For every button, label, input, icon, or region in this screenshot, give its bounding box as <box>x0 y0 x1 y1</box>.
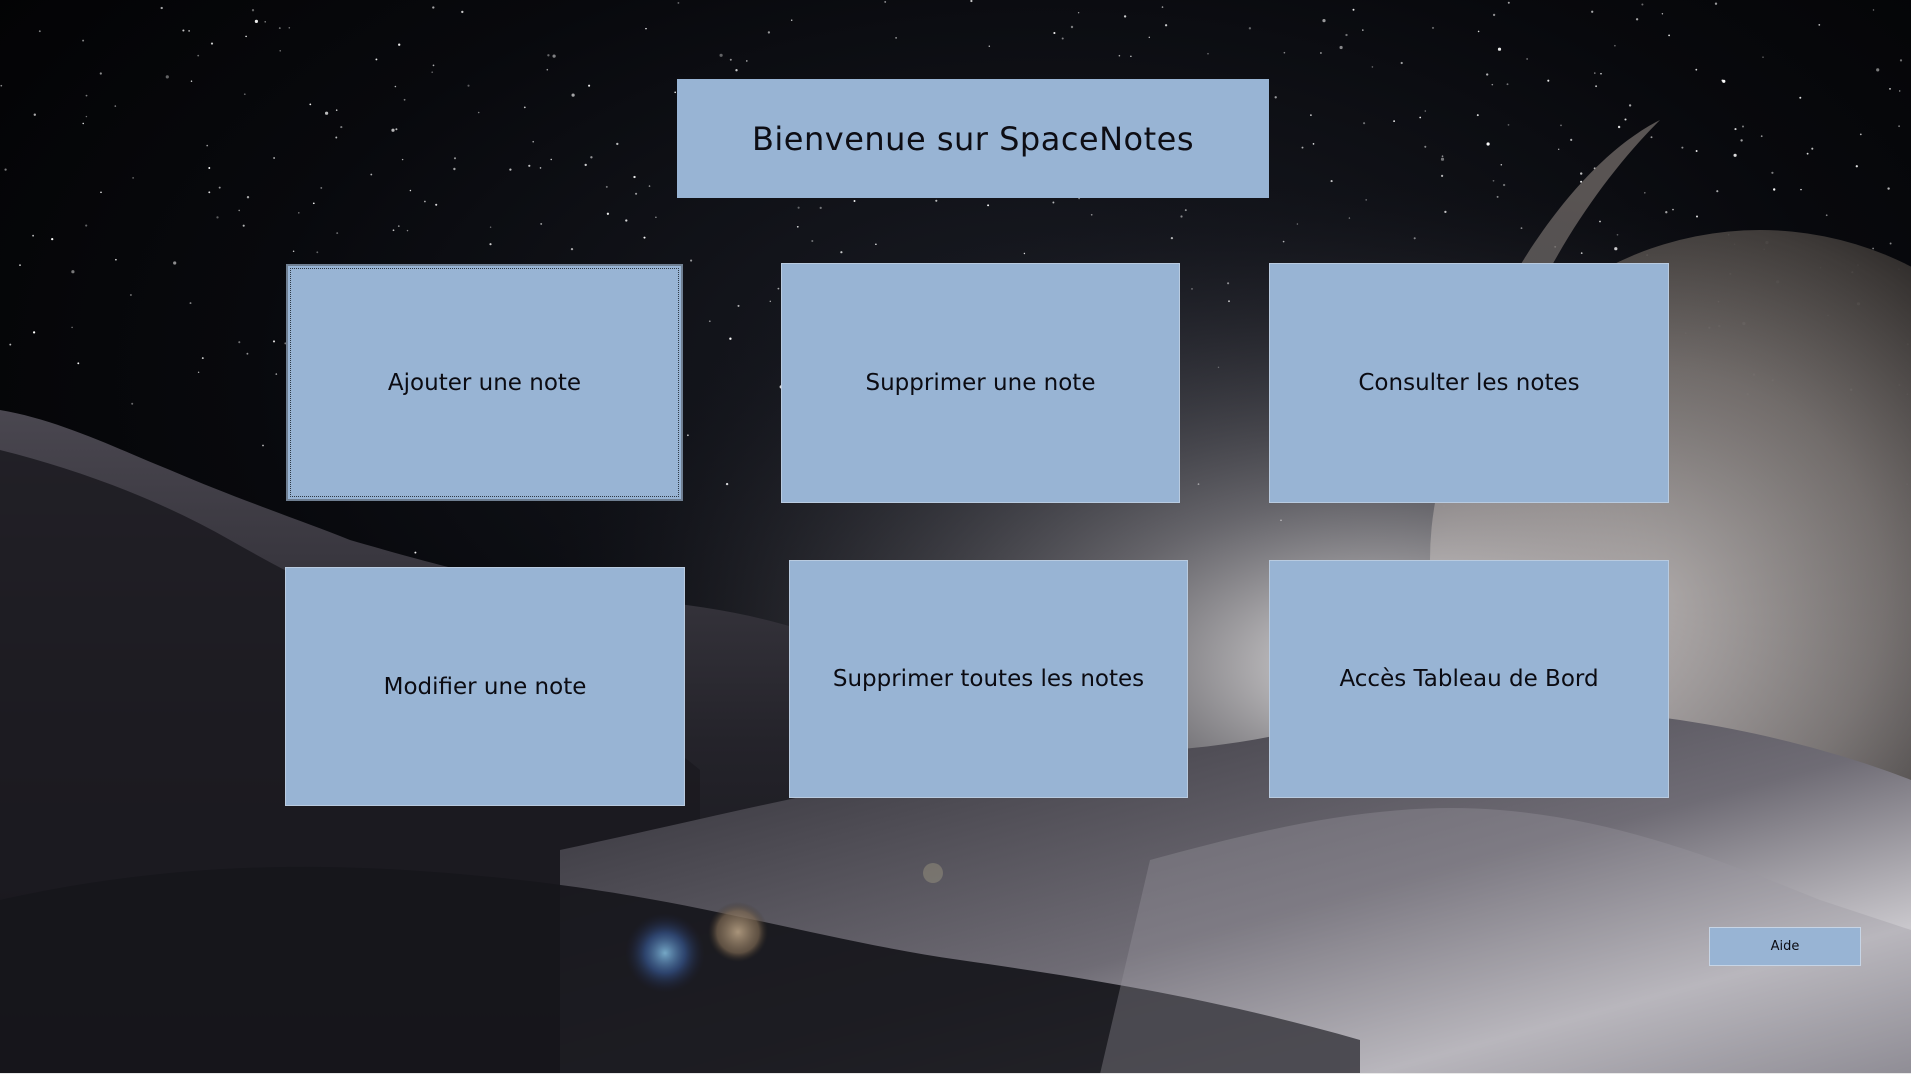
view-notes-button[interactable]: Consulter les notes <box>1269 263 1669 503</box>
page-title: Bienvenue sur SpaceNotes <box>751 119 1195 158</box>
dashboard-button[interactable]: Accès Tableau de Bord <box>1269 560 1669 798</box>
add-note-button[interactable]: Ajouter une note <box>286 264 683 501</box>
delete-note-button[interactable]: Supprimer une note <box>781 263 1180 503</box>
delete-all-notes-button[interactable]: Supprimer toutes les notes <box>789 560 1188 798</box>
view-notes-label: Consulter les notes <box>1358 370 1580 396</box>
delete-all-notes-label: Supprimer toutes les notes <box>832 666 1145 692</box>
help-button[interactable]: Aide <box>1709 927 1861 966</box>
page-title-panel: Bienvenue sur SpaceNotes <box>677 79 1269 198</box>
main-window: Bienvenue sur SpaceNotes Ajouter une not… <box>0 0 1911 1074</box>
edit-note-button[interactable]: Modifier une note <box>285 567 685 806</box>
add-note-label: Ajouter une note <box>387 369 582 396</box>
dashboard-label: Accès Tableau de Bord <box>1339 666 1599 692</box>
delete-note-label: Supprimer une note <box>865 370 1096 396</box>
help-label: Aide <box>1770 939 1800 954</box>
edit-note-label: Modifier une note <box>383 673 587 700</box>
